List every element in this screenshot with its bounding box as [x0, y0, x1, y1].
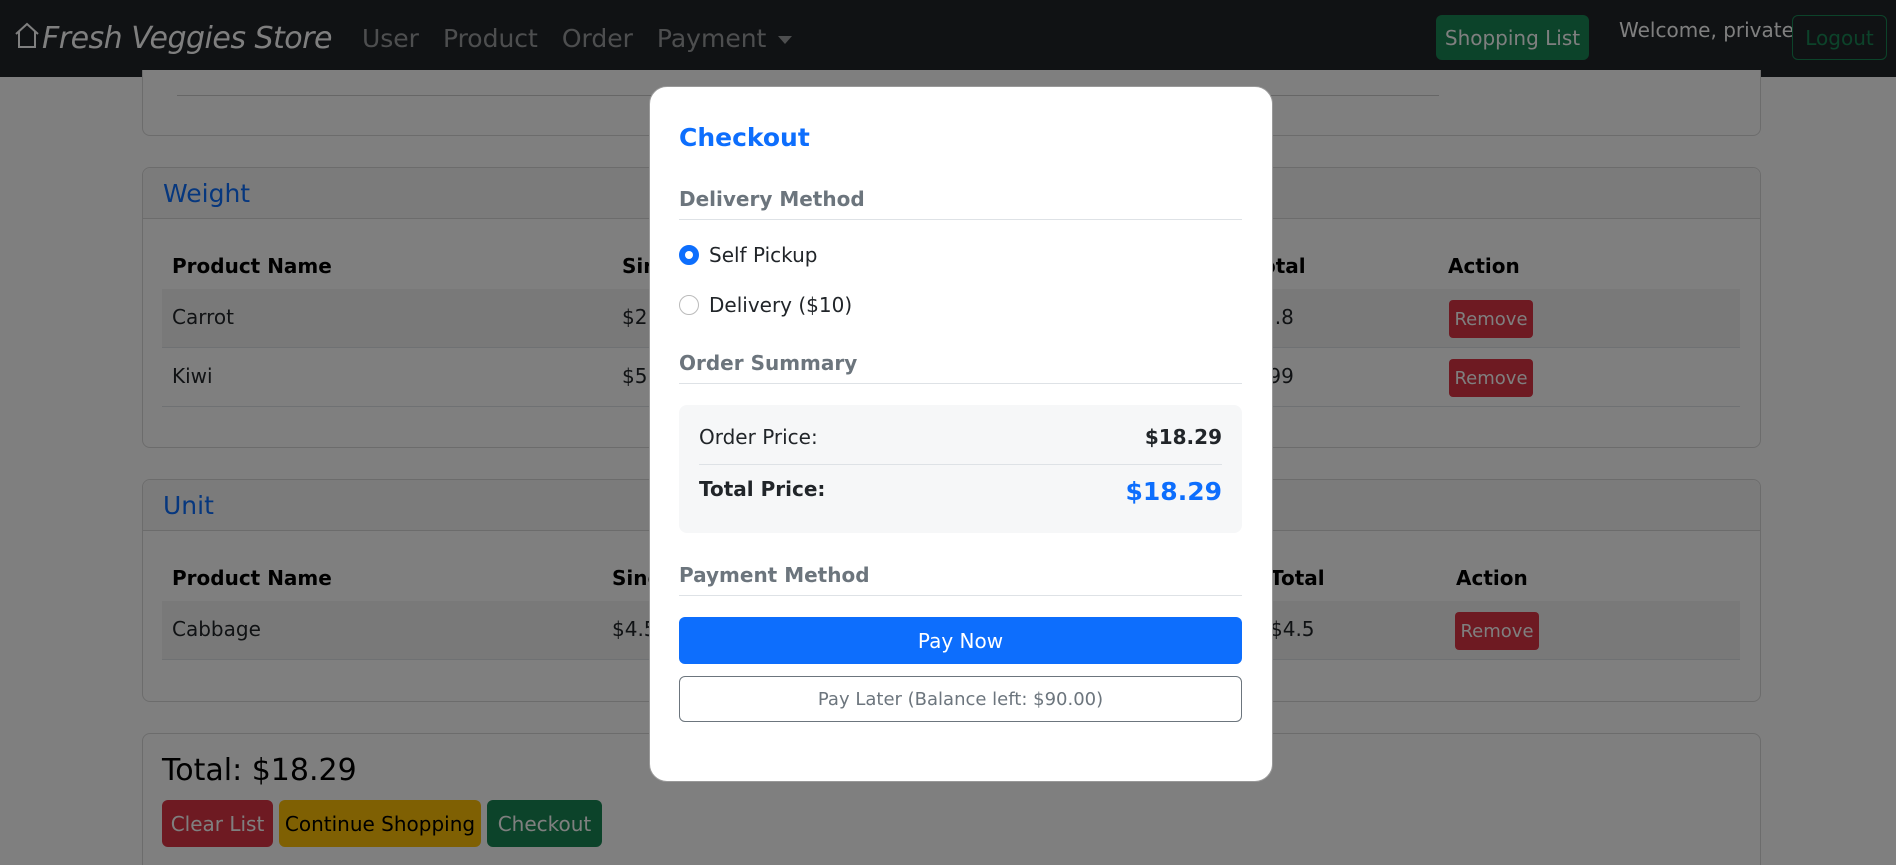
- total-price-value: $18.29: [1125, 477, 1222, 506]
- payment-method-title: Payment Method: [679, 563, 1242, 596]
- order-price-label: Order Price:: [699, 425, 818, 449]
- delivery-label: Delivery ($10): [709, 293, 853, 317]
- radio-checked-icon[interactable]: [679, 245, 699, 265]
- self-pickup-label: Self Pickup: [709, 243, 818, 267]
- radio-unchecked-icon[interactable]: [679, 295, 699, 315]
- order-price-line: Order Price: $18.29: [699, 425, 1222, 465]
- checkout-modal: Checkout Delivery Method Self Pickup Del…: [649, 86, 1273, 782]
- pay-later-button[interactable]: Pay Later (Balance left: $90.00): [679, 676, 1242, 722]
- total-price-line: Total Price: $18.29: [699, 477, 1222, 517]
- delivery-method-title: Delivery Method: [679, 187, 1242, 220]
- delivery-option[interactable]: Delivery ($10): [679, 293, 852, 317]
- pay-now-button[interactable]: Pay Now: [679, 617, 1242, 664]
- total-price-label: Total Price:: [699, 477, 826, 501]
- self-pickup-option[interactable]: Self Pickup: [679, 243, 817, 267]
- order-summary-box: Order Price: $18.29 Total Price: $18.29: [679, 405, 1242, 533]
- order-summary-title: Order Summary: [679, 351, 1242, 384]
- modal-title: Checkout: [679, 123, 810, 152]
- order-price-value: $18.29: [1144, 425, 1222, 449]
